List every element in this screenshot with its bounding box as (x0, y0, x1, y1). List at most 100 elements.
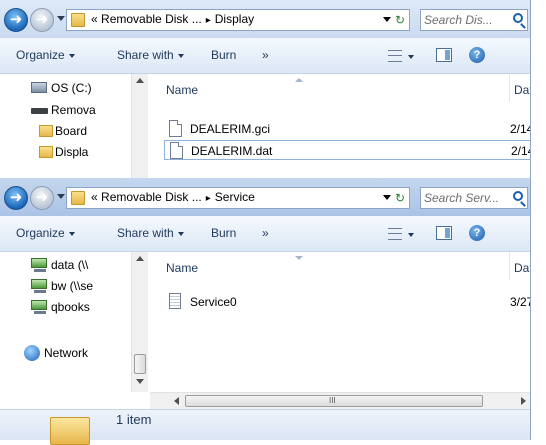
forward-arrow-icon: ➜ (35, 11, 49, 28)
column-header-date-modified[interactable]: Date modifie (510, 74, 530, 102)
file-row[interactable]: DEALERIM.gci 2/14/2017 3:4 (164, 119, 530, 139)
breadcrumb-overflow-icon[interactable]: « (91, 12, 98, 26)
more-commands-button[interactable]: » (262, 48, 269, 62)
file-date: 2/14/2017 3:4 (511, 144, 530, 158)
removable-disk-icon (31, 108, 48, 114)
horizontal-scrollbar[interactable]: III (150, 392, 530, 409)
file-name: DEALERIM.gci (190, 122, 271, 136)
share-with-button[interactable]: Share with (117, 48, 184, 62)
nav-item-label: Board (55, 124, 88, 138)
forward-button[interactable]: ➜ (30, 8, 54, 32)
back-button[interactable]: ➜ (4, 8, 28, 32)
file-list: Name Date modifie DEALERIM.gci 2/14/2017 … (150, 74, 530, 178)
column-header-date-modified[interactable]: Date modifie (510, 252, 530, 280)
help-icon[interactable]: ? (469, 47, 485, 63)
more-commands-button[interactable]: » (262, 226, 269, 240)
file-row[interactable]: Service0 3/27/2017 10: (164, 292, 530, 312)
organize-button[interactable]: Organize (16, 226, 75, 240)
address-field[interactable]: « Removable Disk ... ▸ Service ↻ (66, 187, 410, 209)
scrollbar-thumb[interactable]: III (185, 395, 483, 407)
breadcrumb-separator-icon[interactable]: ▸ (206, 193, 211, 204)
scroll-down-icon[interactable] (136, 379, 144, 384)
scroll-up-icon[interactable] (136, 78, 144, 83)
refresh-icon[interactable]: ↻ (393, 190, 407, 206)
scroll-right-icon[interactable] (521, 397, 526, 405)
folder-icon (71, 191, 85, 205)
preview-pane-icon[interactable] (436, 226, 452, 240)
nav-item-label: data (\\ (51, 258, 89, 272)
more-label: » (262, 226, 269, 240)
file-date: 2/14/2017 3:4 (510, 122, 530, 136)
folder-icon (39, 146, 53, 158)
preview-pane-icon[interactable] (436, 48, 452, 62)
file-list: Name Date modifie Service0 3/27/2017 10: (150, 252, 530, 392)
search-icon[interactable] (513, 191, 523, 201)
burn-button[interactable]: Burn (211, 226, 236, 240)
organize-label: Organize (16, 48, 65, 62)
forward-button[interactable]: ➜ (30, 186, 54, 210)
column-header-label: Date modifie (514, 83, 530, 97)
search-input[interactable] (424, 190, 506, 206)
share-with-button[interactable]: Share with (117, 226, 184, 240)
recent-pages-dropdown-icon[interactable] (57, 194, 65, 199)
scrollbar-grip-icon: III (329, 396, 336, 405)
views-icon[interactable] (388, 228, 402, 240)
burn-button[interactable]: Burn (211, 48, 236, 62)
recent-pages-dropdown-icon[interactable] (57, 16, 65, 21)
views-icon[interactable] (388, 50, 402, 62)
navigation-pane: data (\\ bw (\\se qbooks Network (0, 252, 150, 392)
file-date: 3/27/2017 10: (510, 295, 530, 309)
text-file-icon (169, 293, 181, 309)
folder-icon (50, 417, 90, 445)
more-label: » (262, 48, 269, 62)
nav-item-label: OS (C:) (51, 81, 92, 95)
views-dropdown-icon[interactable] (408, 55, 414, 59)
file-row[interactable]: DEALERIM.dat 2/14/2017 3:4 (164, 140, 530, 160)
address-bar: ➜ ➜ « Removable Disk ... ▸ Service ↻ (0, 178, 530, 216)
file-icon (169, 120, 182, 137)
nav-scrollbar[interactable] (131, 252, 148, 392)
breadcrumb-separator-icon[interactable]: ▸ (206, 15, 211, 26)
organize-label: Organize (16, 226, 65, 240)
column-header-label: Name (166, 83, 199, 97)
search-input[interactable] (424, 12, 506, 28)
address-bar: ➜ ➜ « Removable Disk ... ▸ Display ↻ (0, 0, 530, 38)
organize-button[interactable]: Organize (16, 48, 75, 62)
network-drive-icon (31, 300, 47, 314)
nav-item-label: Network (44, 346, 89, 360)
address-dropdown-icon[interactable] (383, 195, 391, 200)
chevron-down-icon (68, 231, 75, 236)
scroll-left-icon[interactable] (174, 397, 179, 405)
back-arrow-icon: ➜ (9, 11, 23, 28)
refresh-icon[interactable]: ↻ (393, 12, 407, 28)
breadcrumb-item-removable-disk[interactable]: Removable Disk ... (101, 190, 202, 204)
folder-icon (39, 125, 53, 137)
breadcrumb-overflow-icon[interactable]: « (91, 190, 98, 204)
search-box[interactable] (420, 187, 528, 209)
address-dropdown-icon[interactable] (383, 17, 391, 22)
breadcrumb-item-service[interactable]: Service (215, 190, 255, 204)
drive-icon (31, 82, 47, 93)
views-dropdown-icon[interactable] (408, 233, 414, 237)
explorer-window-display: ➜ ➜ « Removable Disk ... ▸ Display ↻ Organ… (0, 0, 531, 178)
breadcrumb-item-display[interactable]: Display (215, 12, 254, 26)
network-drive-icon (31, 258, 47, 272)
search-icon[interactable] (513, 13, 523, 23)
help-icon[interactable]: ? (469, 225, 485, 241)
file-name: DEALERIM.dat (191, 144, 273, 158)
item-count: 1 item (116, 412, 152, 427)
column-header-name[interactable]: Name (150, 252, 510, 280)
address-field[interactable]: « Removable Disk ... ▸ Display ↻ (66, 9, 410, 31)
breadcrumb-item-removable-disk[interactable]: Removable Disk ... (101, 12, 202, 26)
column-header-name[interactable]: Name (150, 74, 510, 102)
chevron-down-icon (177, 53, 184, 58)
nav-item-label: bw (\\se (51, 279, 94, 293)
file-name: Service0 (190, 295, 237, 309)
explorer-window-service: ➜ ➜ « Removable Disk ... ▸ Service ↻ Organ… (0, 178, 531, 445)
back-button[interactable]: ➜ (4, 186, 28, 210)
scrollbar-thumb[interactable] (134, 354, 146, 374)
search-box[interactable] (420, 9, 528, 31)
back-arrow-icon: ➜ (9, 189, 23, 206)
scroll-up-icon[interactable] (136, 256, 144, 261)
nav-scrollbar[interactable] (131, 74, 148, 178)
